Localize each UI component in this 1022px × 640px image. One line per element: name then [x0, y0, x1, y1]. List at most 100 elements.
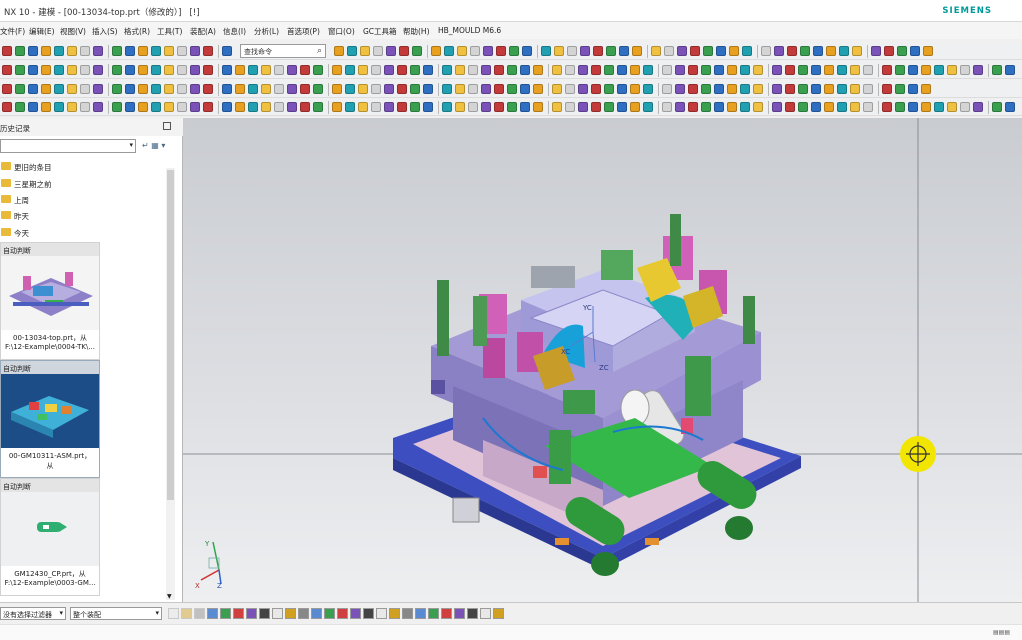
tool-button-icon[interactable] — [125, 84, 135, 94]
tool-button-icon[interactable] — [468, 65, 478, 75]
tool-button-icon[interactable] — [261, 65, 271, 75]
tool-button-icon[interactable] — [533, 84, 543, 94]
tool-button-icon[interactable] — [507, 84, 517, 94]
menu-help[interactable]: 帮助(H) — [403, 26, 430, 37]
tool-button-icon[interactable] — [727, 102, 737, 112]
tool-button-icon[interactable] — [358, 65, 368, 75]
rotate-point-icon[interactable] — [900, 436, 936, 472]
tool-button-icon[interactable] — [580, 46, 590, 56]
history-card[interactable]: 自动判断 00-13034-top.prt，从 F:\12-Example\00… — [0, 242, 100, 360]
tool-button-icon[interactable] — [520, 65, 530, 75]
tool-button-icon[interactable] — [578, 102, 588, 112]
menu-insert[interactable]: 插入(S) — [92, 26, 118, 37]
tool-button-icon[interactable] — [578, 65, 588, 75]
tool-button-icon[interactable] — [565, 102, 575, 112]
tool-button-icon[interactable] — [151, 102, 161, 112]
tool-button-icon[interactable] — [662, 102, 672, 112]
tool-button-icon[interactable] — [345, 65, 355, 75]
history-group-last-week[interactable]: 上周 — [0, 191, 170, 207]
tool-button-icon[interactable] — [371, 84, 381, 94]
tool-button-icon[interactable] — [740, 65, 750, 75]
tool-button-icon[interactable] — [882, 102, 892, 112]
tool-button-icon[interactable] — [300, 102, 310, 112]
tool-button-icon[interactable] — [222, 84, 232, 94]
tool-button-icon[interactable] — [313, 84, 323, 94]
tool-button-icon[interactable] — [850, 84, 860, 94]
tool-button-icon[interactable] — [552, 84, 562, 94]
snap-point-icon[interactable] — [259, 608, 270, 619]
snap-point-icon[interactable] — [298, 608, 309, 619]
history-group-yesterday[interactable]: 昨天 — [0, 207, 170, 223]
tool-button-icon[interactable] — [442, 102, 452, 112]
tool-button-icon[interactable] — [151, 46, 161, 56]
tool-button-icon[interactable] — [80, 84, 90, 94]
tool-button-icon[interactable] — [313, 102, 323, 112]
tool-button-icon[interactable] — [567, 46, 577, 56]
tool-button-icon[interactable] — [921, 102, 931, 112]
snap-point-icon[interactable] — [220, 608, 231, 619]
tool-button-icon[interactable] — [785, 102, 795, 112]
menu-preferences[interactable]: 首选项(P) — [287, 26, 320, 37]
tool-button-icon[interactable] — [360, 46, 370, 56]
tool-button-icon[interactable] — [190, 102, 200, 112]
tool-button-icon[interactable] — [651, 46, 661, 56]
tool-button-icon[interactable] — [871, 46, 881, 56]
tool-button-icon[interactable] — [591, 84, 601, 94]
snap-point-icon[interactable] — [454, 608, 465, 619]
tool-button-icon[interactable] — [164, 84, 174, 94]
tool-button-icon[interactable] — [852, 46, 862, 56]
tool-button-icon[interactable] — [630, 65, 640, 75]
tool-button-icon[interactable] — [384, 84, 394, 94]
tool-button-icon[interactable] — [688, 102, 698, 112]
tool-button-icon[interactable] — [992, 65, 1002, 75]
tool-button-icon[interactable] — [203, 65, 213, 75]
tool-button-icon[interactable] — [811, 84, 821, 94]
tool-button-icon[interactable] — [811, 65, 821, 75]
tool-button-icon[interactable] — [992, 102, 1002, 112]
tool-button-icon[interactable] — [431, 46, 441, 56]
tool-button-icon[interactable] — [125, 102, 135, 112]
tool-button-icon[interactable] — [813, 46, 823, 56]
tool-button-icon[interactable] — [481, 84, 491, 94]
history-card[interactable]: 自动判断 00-GM10311-ASM.prt， 从 — [0, 360, 100, 478]
tool-button-icon[interactable] — [235, 102, 245, 112]
tool-button-icon[interactable] — [688, 65, 698, 75]
tool-button-icon[interactable] — [177, 102, 187, 112]
tool-button-icon[interactable] — [455, 84, 465, 94]
tool-button-icon[interactable] — [552, 102, 562, 112]
snap-point-icon[interactable] — [350, 608, 361, 619]
tool-button-icon[interactable] — [837, 84, 847, 94]
tool-button-icon[interactable] — [397, 65, 407, 75]
tool-button-icon[interactable] — [973, 65, 983, 75]
tool-button-icon[interactable] — [28, 65, 38, 75]
tool-button-icon[interactable] — [93, 84, 103, 94]
snap-point-icon[interactable] — [467, 608, 478, 619]
tool-button-icon[interactable] — [371, 102, 381, 112]
type-filter-dropdown[interactable]: 没有选择过滤器 ▾ — [0, 607, 66, 620]
snap-point-icon[interactable] — [207, 608, 218, 619]
tool-button-icon[interactable] — [787, 46, 797, 56]
tool-button-icon[interactable] — [235, 65, 245, 75]
tool-button-icon[interactable] — [332, 84, 342, 94]
tool-button-icon[interactable] — [481, 65, 491, 75]
tool-button-icon[interactable] — [332, 65, 342, 75]
snap-point-icon[interactable] — [272, 608, 283, 619]
tool-button-icon[interactable] — [384, 102, 394, 112]
tool-button-icon[interactable] — [442, 65, 452, 75]
tool-button-icon[interactable] — [125, 65, 135, 75]
tool-button-icon[interactable] — [28, 102, 38, 112]
tool-button-icon[interactable] — [824, 65, 834, 75]
tool-button-icon[interactable] — [423, 102, 433, 112]
tool-button-icon[interactable] — [895, 102, 905, 112]
snap-point-icon[interactable] — [233, 608, 244, 619]
panel-tools[interactable]: ↵ ▦ ▾ — [142, 141, 165, 150]
tool-button-icon[interactable] — [837, 102, 847, 112]
tool-button-icon[interactable] — [960, 102, 970, 112]
tool-button-icon[interactable] — [468, 84, 478, 94]
tool-button-icon[interactable] — [386, 46, 396, 56]
tool-button-icon[interactable] — [740, 84, 750, 94]
graphics-viewport[interactable]: YC ZC XC Y Z X — [183, 118, 1022, 602]
tool-button-icon[interactable] — [690, 46, 700, 56]
tool-button-icon[interactable] — [468, 102, 478, 112]
menu-view[interactable]: 视图(V) — [60, 26, 86, 37]
